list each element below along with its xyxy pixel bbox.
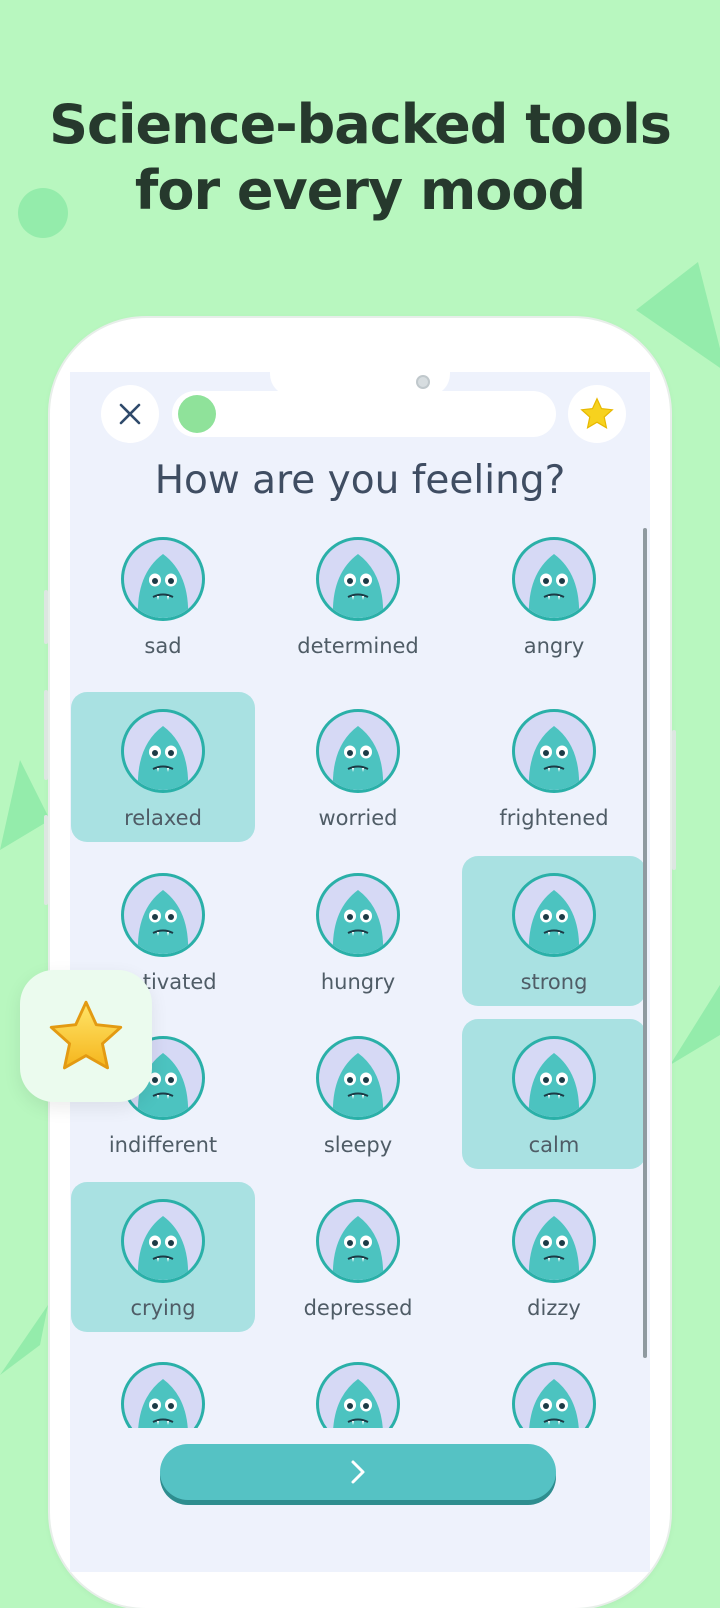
mood-label: crying xyxy=(130,1296,196,1320)
monster-avatar-icon xyxy=(316,537,400,621)
monster-avatar-icon xyxy=(121,537,205,621)
monster-avatar-icon xyxy=(316,1036,400,1120)
monster-avatar-icon xyxy=(512,1362,596,1428)
decor-triangle-left xyxy=(0,760,50,850)
mood-label: angry xyxy=(523,634,585,658)
camera-icon xyxy=(416,375,430,389)
mood-option[interactable]: dizzy xyxy=(462,1182,646,1332)
page-title: How are you feeling? xyxy=(154,458,566,503)
mood-label: depressed xyxy=(303,1296,413,1320)
monster-avatar-icon xyxy=(316,873,400,957)
next-button[interactable] xyxy=(160,1444,556,1500)
monster-avatar-icon xyxy=(512,709,596,793)
monster-avatar-icon xyxy=(316,1199,400,1283)
mood-label: sad xyxy=(144,634,182,658)
monster-avatar-icon xyxy=(121,709,205,793)
mood-label: calm xyxy=(528,1133,580,1157)
star-icon xyxy=(49,1000,123,1070)
headline-line-1: Science-backed tools xyxy=(49,93,672,156)
mood-label: sleepy xyxy=(323,1133,393,1157)
close-icon xyxy=(119,403,141,425)
progress-indicator xyxy=(178,395,216,433)
mood-label: dizzy xyxy=(527,1296,581,1320)
monster-avatar-icon xyxy=(512,873,596,957)
mood-label: frightened xyxy=(499,806,609,830)
phone-side-button xyxy=(672,730,676,870)
mood-option[interactable]: depressed xyxy=(266,1182,450,1332)
mood-label: relaxed xyxy=(124,806,202,830)
favorite-badge xyxy=(20,970,152,1102)
monster-avatar-icon xyxy=(512,1036,596,1120)
favorite-button[interactable] xyxy=(568,385,626,443)
mood-option[interactable]: relaxed xyxy=(71,692,255,842)
monster-avatar-icon xyxy=(121,1362,205,1428)
mood-grid: sad determined angry relaxed worried frighten… xyxy=(70,520,650,1428)
mood-option[interactable]: worried xyxy=(266,692,450,842)
mood-label: determined xyxy=(297,634,419,658)
monster-avatar-icon xyxy=(121,873,205,957)
chevron-right-icon xyxy=(351,1460,365,1484)
mood-label: indifferent xyxy=(108,1133,218,1157)
mood-option[interactable] xyxy=(462,1345,646,1428)
scrollbar[interactable] xyxy=(643,528,647,1358)
close-button[interactable] xyxy=(101,385,159,443)
mood-option[interactable]: angry xyxy=(462,520,646,670)
mood-option[interactable]: determined xyxy=(266,520,450,670)
mood-option[interactable]: frightened xyxy=(462,692,646,842)
mood-option[interactable] xyxy=(266,1345,450,1428)
decor-triangle-bottom-left xyxy=(0,1305,48,1375)
monster-avatar-icon xyxy=(316,709,400,793)
mood-label: worried xyxy=(318,806,398,830)
mood-option[interactable]: hungry xyxy=(266,856,450,1006)
headline: Science-backed tools for every mood xyxy=(0,92,720,224)
mood-option[interactable] xyxy=(71,1345,255,1428)
progress-bar xyxy=(172,391,556,437)
phone-side-button xyxy=(44,815,48,905)
monster-avatar-icon xyxy=(121,1199,205,1283)
mood-option[interactable]: sleepy xyxy=(266,1019,450,1169)
headline-line-2: for every mood xyxy=(134,159,586,222)
star-icon xyxy=(580,397,614,430)
monster-avatar-icon xyxy=(512,1199,596,1283)
mood-label: hungry xyxy=(320,970,396,994)
phone-side-button xyxy=(44,590,48,644)
mood-option[interactable]: sad xyxy=(71,520,255,670)
mood-option[interactable]: calm xyxy=(462,1019,646,1169)
monster-avatar-icon xyxy=(316,1362,400,1428)
mood-option[interactable]: crying xyxy=(71,1182,255,1332)
phone-side-button xyxy=(44,690,48,780)
mood-option[interactable]: strong xyxy=(462,856,646,1006)
mood-label: strong xyxy=(520,970,588,994)
monster-avatar-icon xyxy=(512,537,596,621)
